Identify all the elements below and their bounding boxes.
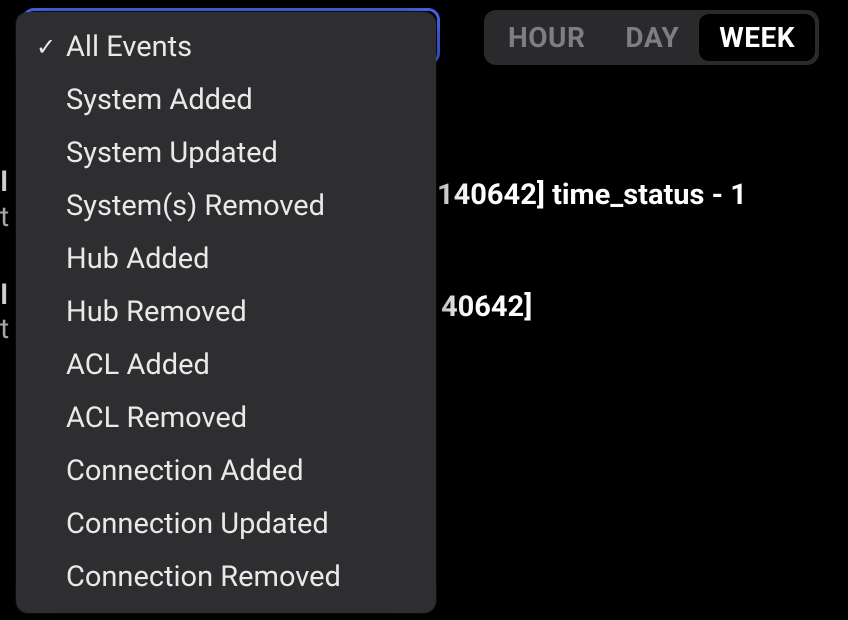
dropdown-item-label: System(s) Removed [66,189,325,223]
log-line-sub: t [0,312,9,345]
log-line-prefix: I [0,278,8,312]
dropdown-item-label: Connection Removed [66,560,341,594]
time-seg-day[interactable]: DAY [605,14,699,61]
check-icon: ✓ [36,33,66,61]
dropdown-item-label: Hub Removed [66,295,247,329]
time-seg-label: DAY [625,21,679,54]
dropdown-item-connection-updated[interactable]: ✓ Connection Updated [16,497,436,550]
dropdown-item-hub-added[interactable]: ✓ Hub Added [16,232,436,285]
dropdown-item-label: Connection Updated [66,507,329,541]
dropdown-item-label: System Added [66,83,253,117]
dropdown-item-label: All Events [66,30,192,64]
dropdown-item-label: ACL Added [66,348,210,382]
time-seg-label: WEEK [719,21,795,54]
dropdown-item-all-events[interactable]: ✓ All Events [16,20,436,73]
dropdown-item-acl-removed[interactable]: ✓ ACL Removed [16,391,436,444]
time-seg-week[interactable]: WEEK [699,14,815,61]
log-line-sub: t [0,200,9,233]
dropdown-item-label: System Updated [66,136,278,170]
log-line-prefix: I [0,165,8,199]
time-seg-label: HOUR [508,21,585,54]
dropdown-item-system-added[interactable]: ✓ System Added [16,73,436,126]
dropdown-item-hub-removed[interactable]: ✓ Hub Removed [16,285,436,338]
dropdown-item-connection-added[interactable]: ✓ Connection Added [16,444,436,497]
log-line-1: 3:J140642] time_status - 1 [396,178,747,212]
time-range-toggle: HOUR DAY WEEK [484,10,819,65]
dropdown-item-acl-added[interactable]: ✓ ACL Added [16,338,436,391]
dropdown-item-connection-removed[interactable]: ✓ Connection Removed [16,550,436,603]
dropdown-item-label: ACL Removed [66,401,247,435]
event-filter-dropdown: ✓ All Events ✓ System Added ✓ System Upd… [16,12,436,613]
dropdown-item-label: Connection Added [66,454,304,488]
dropdown-item-label: Hub Added [66,242,210,276]
dropdown-item-systems-removed[interactable]: ✓ System(s) Removed [16,179,436,232]
dropdown-item-system-updated[interactable]: ✓ System Updated [16,126,436,179]
time-seg-hour[interactable]: HOUR [488,14,605,61]
